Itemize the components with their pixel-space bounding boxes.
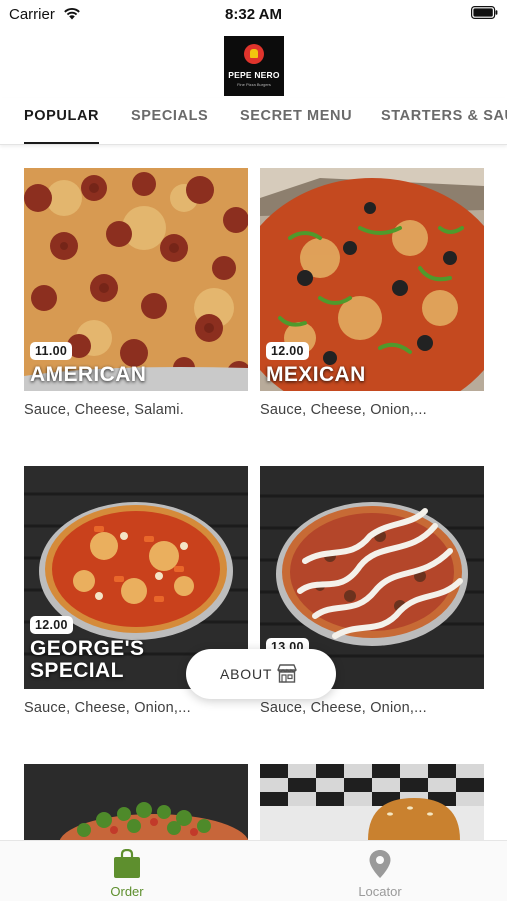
status-time: 8:32 AM	[225, 6, 282, 23]
brand-tagline: Fine Pizza Burgers	[237, 82, 271, 87]
price-badge: 12.00	[266, 342, 309, 360]
pizza-image	[24, 764, 248, 840]
about-button[interactable]: ABOUT	[186, 649, 336, 699]
product-name: MEXICAN	[266, 363, 366, 386]
shopping-bag-icon	[114, 849, 140, 878]
burger-image	[260, 764, 484, 840]
product-description: Sauce, Cheese, Salami.	[24, 402, 184, 418]
nav-item-locator[interactable]: Locator	[310, 841, 450, 901]
brand-logo: PEPE NERO Fine Pizza Burgers	[224, 36, 284, 96]
tab-specials[interactable]: SPECIALS	[131, 108, 208, 124]
active-tab-indicator	[24, 142, 99, 144]
product-name: AMERICAN	[30, 363, 147, 386]
status-bar: Carrier 8:32 AM	[0, 0, 507, 30]
location-pin-icon	[369, 850, 391, 878]
battery-icon	[471, 6, 498, 19]
tab-starters-sauces[interactable]: STARTERS & SAUCES	[381, 108, 507, 124]
brand-name: PEPE NERO	[228, 70, 280, 80]
product-description: Sauce, Cheese, Onion,...	[260, 700, 427, 716]
product-card-5[interactable]	[24, 764, 248, 840]
tab-popular[interactable]: POPULAR	[24, 108, 99, 124]
product-card-6[interactable]	[260, 764, 484, 840]
price-badge: 11.00	[30, 342, 73, 360]
product-description: Sauce, Cheese, Onion,...	[24, 700, 191, 716]
store-icon	[277, 664, 297, 683]
price-badge: 12.00	[30, 616, 73, 634]
product-description: Sauce, Cheese, Onion,...	[260, 402, 427, 418]
nav-label-order: Order	[110, 884, 144, 899]
bottom-navigation: Order Locator	[0, 840, 507, 901]
tab-secret-menu[interactable]: SECRET MENU	[240, 108, 352, 124]
about-label: ABOUT	[220, 666, 273, 682]
product-name-line2: SPECIAL	[30, 659, 124, 682]
product-name-line1: GEORGE'S	[30, 637, 145, 660]
category-tabs: POPULAR SPECIALS SECRET MENU STARTERS & …	[0, 98, 507, 145]
chef-hat-icon	[244, 44, 264, 64]
nav-label-locator: Locator	[358, 884, 402, 899]
nav-item-order[interactable]: Order	[57, 841, 197, 901]
